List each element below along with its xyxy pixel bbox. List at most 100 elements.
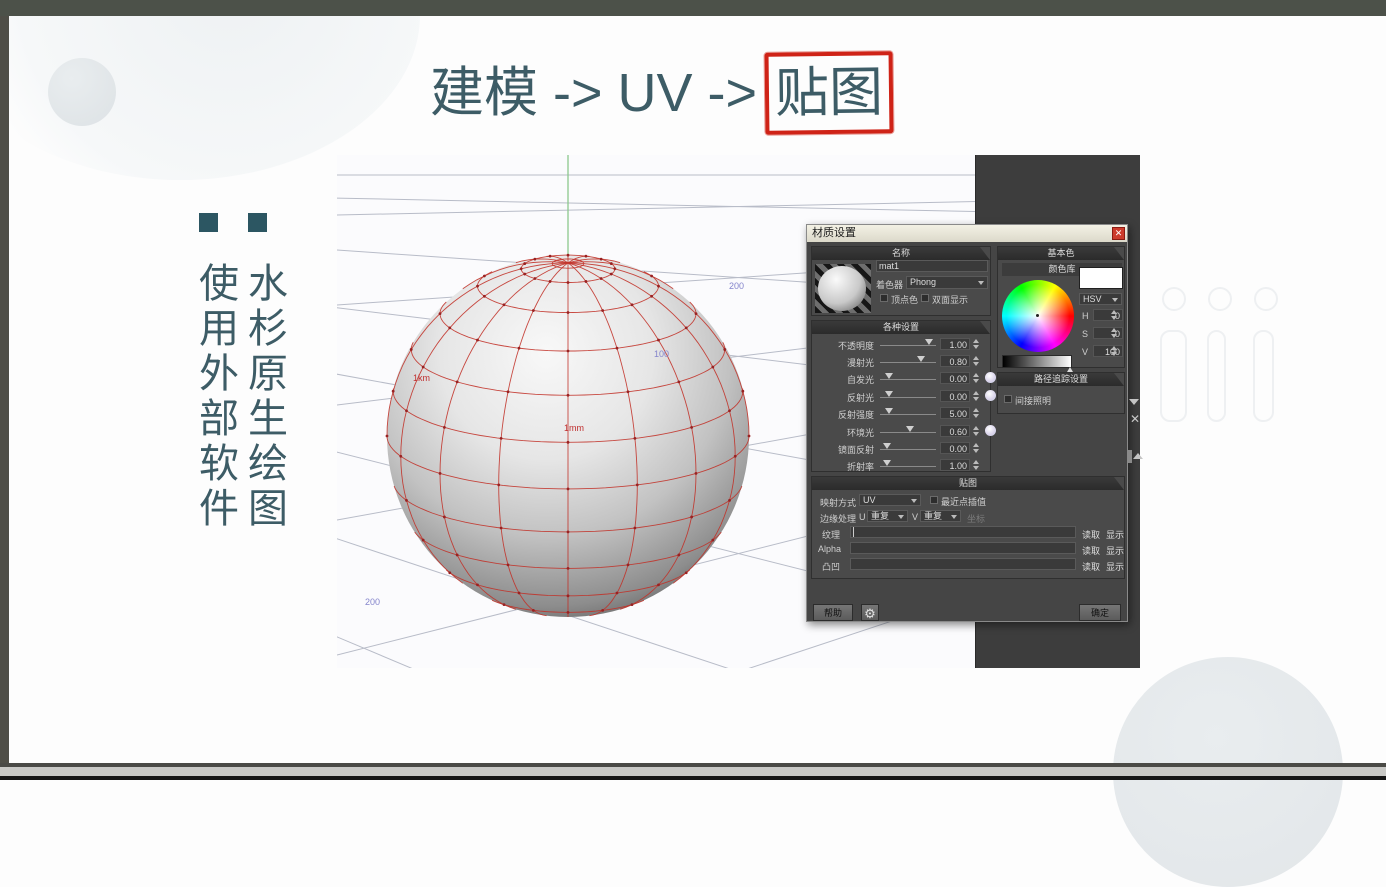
indirect-light-label: 间接照明 — [1015, 396, 1052, 406]
spin-up-icon[interactable] — [973, 339, 979, 343]
texture-load-button[interactable]: 读取 — [1082, 528, 1100, 541]
spinner — [972, 459, 981, 471]
setting-value[interactable]: 1.00 — [940, 459, 970, 471]
color-chip-icon[interactable] — [985, 425, 996, 436]
setting-label: 自发光 — [846, 375, 874, 385]
setting-value[interactable]: 5.00 — [940, 407, 970, 419]
v-edge-dropdown[interactable]: 重复 — [920, 510, 961, 522]
vertex-color-label: 顶点色 — [891, 295, 919, 305]
alpha-show-button[interactable]: 显示 — [1106, 544, 1124, 557]
spinner — [972, 390, 981, 402]
spin-down-icon[interactable] — [973, 432, 979, 436]
spinner — [972, 372, 981, 384]
coord-button-disabled: 坐标 — [967, 514, 986, 524]
spinner — [972, 442, 981, 454]
slider-track[interactable] — [880, 391, 936, 398]
gear-icon[interactable]: ⚙ — [861, 604, 879, 621]
alpha-load-button[interactable]: 读取 — [1082, 544, 1100, 557]
setting-value[interactable]: 0.00 — [940, 442, 970, 454]
panel-expand-arrow[interactable] — [1133, 453, 1143, 459]
u-edge-dropdown[interactable]: 重复 — [867, 510, 908, 522]
slider-track[interactable] — [880, 443, 936, 450]
slider-handle[interactable] — [885, 391, 893, 397]
spin-up-icon[interactable] — [973, 426, 979, 430]
spin-up-icon[interactable] — [973, 356, 979, 360]
slider-handle[interactable] — [925, 339, 933, 345]
bullet-square — [199, 213, 218, 232]
spin-down-icon[interactable] — [973, 397, 979, 401]
color-chip-icon[interactable] — [985, 372, 996, 383]
double-sided-label: 双面显示 — [932, 295, 969, 305]
material-name-field[interactable]: mat1 — [876, 260, 988, 272]
setting-value[interactable]: 0.80 — [940, 355, 970, 367]
slider-handle[interactable] — [885, 408, 893, 414]
measure-label: 1km — [413, 373, 431, 383]
spin-up-icon[interactable] — [973, 460, 979, 464]
decorative-circle — [48, 58, 116, 126]
spin-up-icon[interactable] — [1111, 328, 1117, 332]
help-button[interactable]: 帮助 — [813, 604, 853, 621]
texture-path-field[interactable]: ​ — [850, 526, 1076, 538]
spin-up-icon[interactable] — [973, 408, 979, 412]
spin-down-icon[interactable] — [973, 466, 979, 470]
vertex-color-checkbox[interactable] — [880, 294, 888, 302]
spin-down-icon[interactable] — [1111, 352, 1117, 356]
setting-value[interactable]: 1.00 — [940, 338, 970, 350]
slider-track[interactable] — [880, 339, 936, 346]
shader-dropdown[interactable]: Phong — [906, 276, 988, 289]
slider-track[interactable] — [880, 373, 936, 380]
slider-track[interactable] — [880, 460, 936, 467]
dialog-title: 材质设置 — [812, 227, 856, 239]
texture-show-button[interactable]: 显示 — [1106, 528, 1124, 541]
alpha-path-field[interactable] — [850, 542, 1076, 554]
setting-label: 环境光 — [846, 428, 874, 438]
setting-value[interactable]: 0.00 — [940, 390, 970, 402]
setting-row-emissive: 自发光 0.00 — [812, 371, 996, 385]
setting-value[interactable]: 0.60 — [940, 425, 970, 437]
spin-up-icon[interactable] — [1111, 346, 1117, 350]
slider-handle[interactable] — [883, 460, 891, 466]
spin-down-icon[interactable] — [973, 449, 979, 453]
spin-down-icon[interactable] — [1111, 316, 1117, 320]
spin-up-icon[interactable] — [973, 443, 979, 447]
spin-up-icon[interactable] — [1111, 310, 1117, 314]
slider-handle[interactable] — [883, 443, 891, 449]
mapping-mode-dropdown[interactable]: UV — [859, 494, 921, 506]
slider-handle[interactable] — [885, 373, 893, 379]
colorspace-dropdown[interactable]: HSV — [1079, 293, 1122, 305]
panel-close-icon[interactable]: ✕ — [1130, 413, 1140, 425]
spin-up-icon[interactable] — [973, 391, 979, 395]
spin-down-icon[interactable] — [1111, 334, 1117, 338]
slider-track[interactable] — [880, 356, 936, 363]
material-preview[interactable] — [815, 264, 871, 313]
double-sided-checkbox[interactable] — [921, 294, 929, 302]
dialog-titlebar[interactable]: 材质设置 — [807, 225, 1127, 242]
value-gradient-bar[interactable] — [1002, 355, 1073, 372]
color-wheel[interactable] — [1002, 280, 1074, 352]
scrollbar-thumb[interactable] — [1127, 450, 1132, 463]
panel-collapse-arrow[interactable] — [1129, 399, 1139, 405]
bump-path-field[interactable] — [850, 558, 1076, 570]
basic-color-panel: 基本色 颜色库 HSV H 0 S 0 V 100 — [997, 246, 1125, 372]
slider-handle[interactable] — [906, 426, 914, 432]
bump-show-button[interactable]: 显示 — [1106, 560, 1124, 573]
spin-down-icon[interactable] — [973, 414, 979, 418]
slider-track[interactable] — [880, 408, 936, 415]
spin-up-icon[interactable] — [973, 373, 979, 377]
texture-label: 纹理 — [822, 530, 841, 540]
spin-down-icon[interactable] — [973, 379, 979, 383]
spin-down-icon[interactable] — [973, 345, 979, 349]
setting-label: 漫射光 — [846, 358, 874, 368]
nearest-interp-checkbox[interactable] — [930, 496, 938, 504]
spin-down-icon[interactable] — [973, 362, 979, 366]
indirect-light-checkbox[interactable] — [1004, 395, 1012, 403]
dialog-close-button[interactable]: ✕ — [1112, 227, 1125, 240]
slider-handle[interactable] — [917, 356, 925, 362]
ok-button[interactable]: 确定 — [1079, 604, 1121, 621]
grid-label: 200 — [365, 597, 381, 607]
slider-track[interactable] — [880, 426, 936, 433]
current-color-swatch[interactable] — [1079, 267, 1123, 289]
bump-load-button[interactable]: 读取 — [1082, 560, 1100, 573]
setting-value[interactable]: 0.00 — [940, 372, 970, 384]
color-chip-icon[interactable] — [985, 390, 996, 401]
